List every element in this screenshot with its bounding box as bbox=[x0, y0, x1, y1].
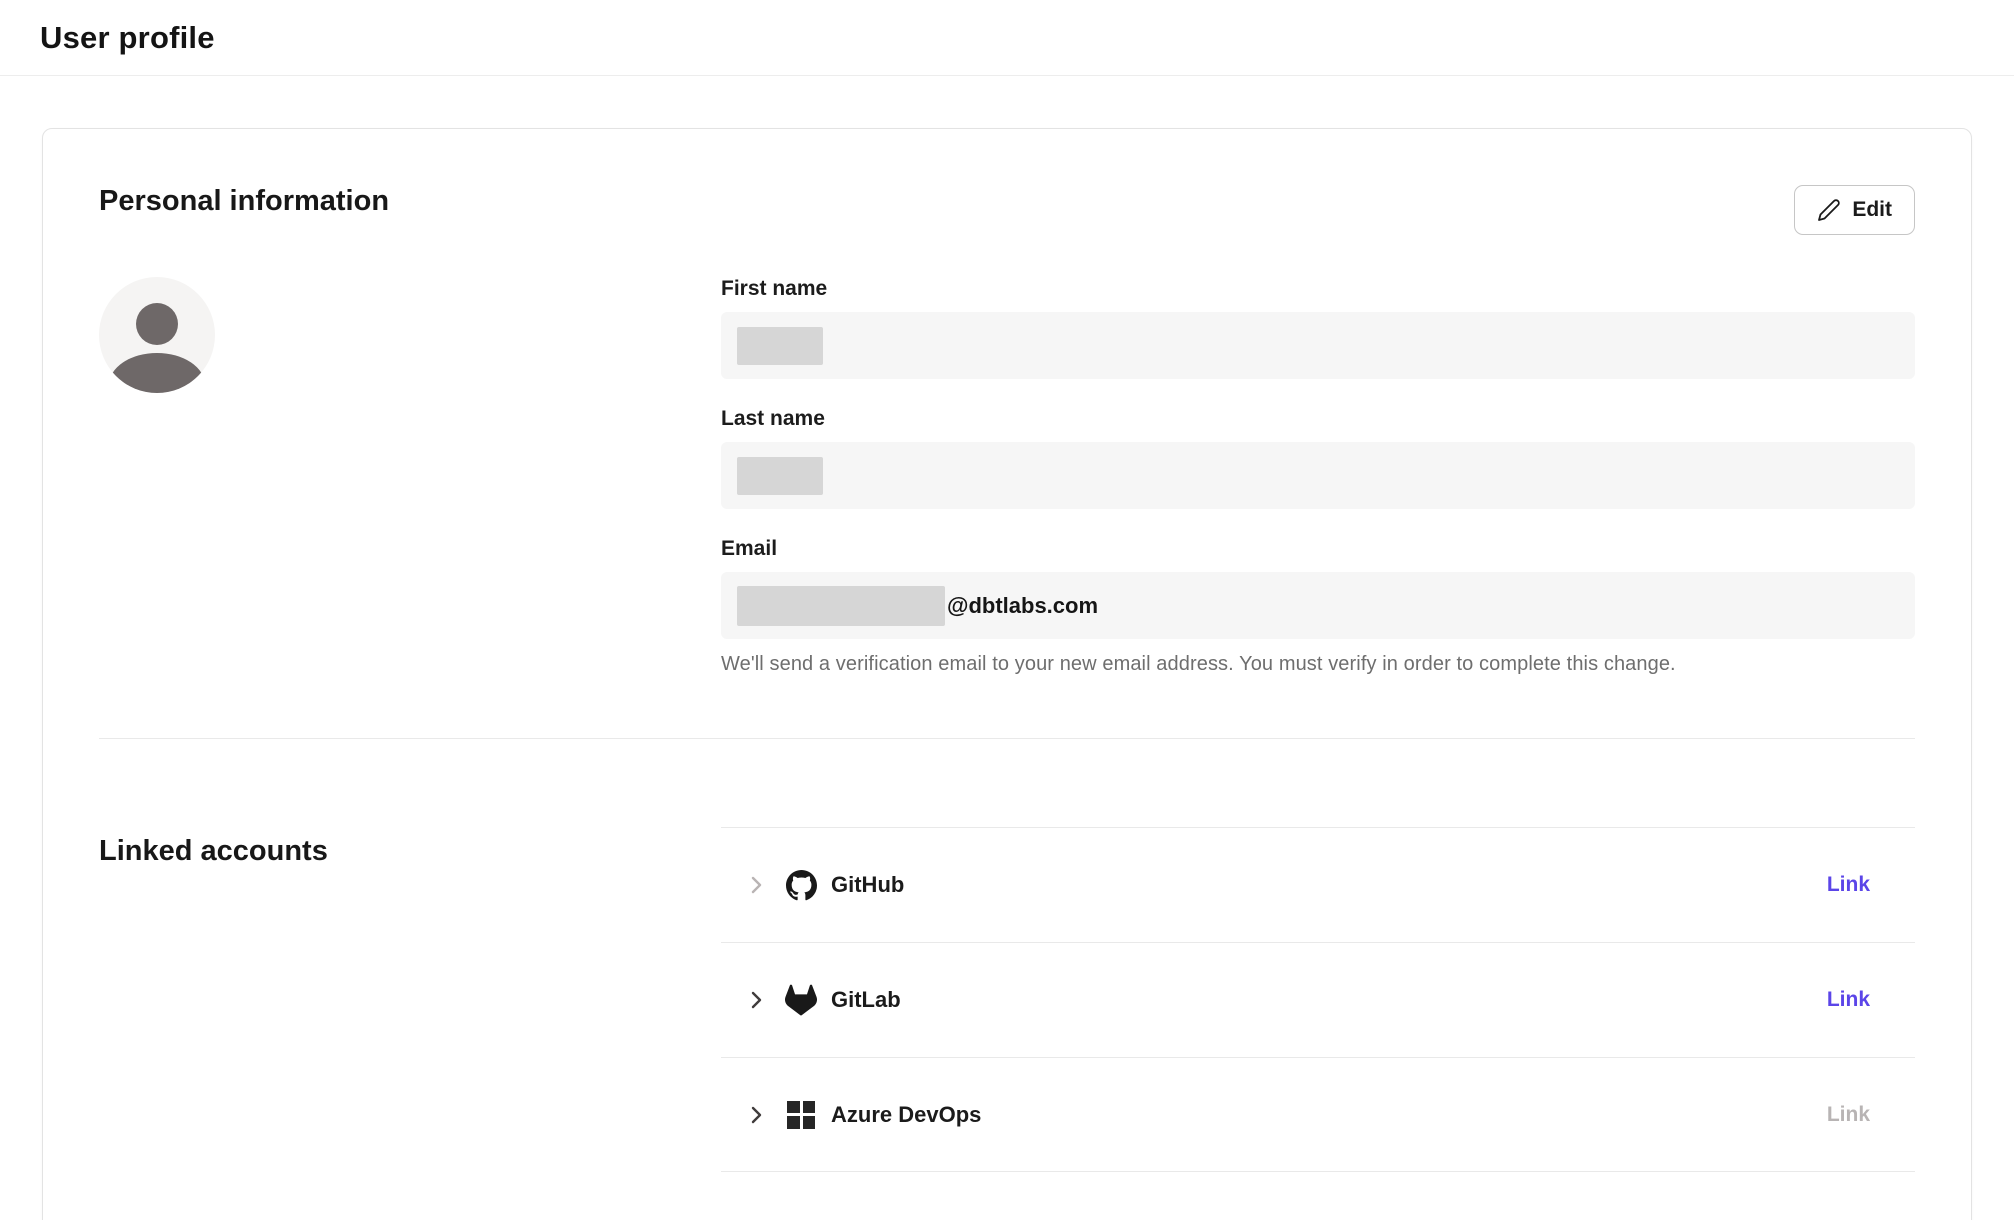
edit-button[interactable]: Edit bbox=[1794, 185, 1915, 235]
first-name-group: First name bbox=[721, 277, 1915, 379]
email-help-text: We'll send a verification email to your … bbox=[721, 653, 1915, 676]
account-name: Azure DevOps bbox=[831, 1102, 981, 1128]
personal-info-form: First name Last name Email @dbtlabs. bbox=[721, 277, 1915, 676]
link-action-github[interactable]: Link bbox=[1827, 873, 1870, 897]
personal-info-header: Personal information Edit bbox=[99, 185, 1915, 235]
account-name: GitHub bbox=[831, 872, 904, 898]
page-header: User profile bbox=[0, 0, 2014, 76]
azure-devops-icon bbox=[785, 1099, 817, 1131]
main-content: Personal information Edit First n bbox=[0, 76, 2014, 1220]
chevron-right-icon[interactable] bbox=[744, 988, 768, 1012]
account-name: GitLab bbox=[831, 987, 901, 1013]
last-name-group: Last name bbox=[721, 407, 1915, 509]
redacted-value bbox=[737, 327, 823, 365]
page-title: User profile bbox=[40, 20, 215, 56]
avatar bbox=[99, 277, 215, 393]
gitlab-icon bbox=[785, 984, 817, 1016]
linked-accounts-heading-column: Linked accounts bbox=[99, 827, 721, 1172]
email-group: Email @dbtlabs.com We'll send a verifica… bbox=[721, 537, 1915, 676]
link-action-azure-devops: Link bbox=[1827, 1103, 1870, 1127]
link-action-gitlab[interactable]: Link bbox=[1827, 988, 1870, 1012]
linked-account-row-github: GitHub Link bbox=[721, 827, 1915, 942]
email-label: Email bbox=[721, 537, 1915, 561]
linked-accounts-list: GitHub Link GitLab Link bbox=[721, 827, 1915, 1172]
linked-account-row-azure-devops: Azure DevOps Link bbox=[721, 1057, 1915, 1172]
first-name-label: First name bbox=[721, 277, 1915, 301]
redacted-value bbox=[737, 586, 945, 626]
linked-accounts-title: Linked accounts bbox=[99, 835, 721, 868]
linked-account-row-gitlab: GitLab Link bbox=[721, 942, 1915, 1057]
github-icon bbox=[785, 869, 817, 901]
section-divider bbox=[99, 738, 1915, 739]
avatar-column bbox=[99, 277, 721, 676]
last-name-label: Last name bbox=[721, 407, 1915, 431]
email-field: @dbtlabs.com bbox=[721, 572, 1915, 639]
chevron-right-icon[interactable] bbox=[744, 873, 768, 897]
email-domain-text: @dbtlabs.com bbox=[947, 593, 1098, 619]
profile-card: Personal information Edit First n bbox=[42, 128, 1972, 1220]
personal-info-body: First name Last name Email @dbtlabs. bbox=[99, 277, 1915, 676]
first-name-field bbox=[721, 312, 1915, 379]
last-name-field bbox=[721, 442, 1915, 509]
pencil-icon bbox=[1817, 198, 1841, 222]
linked-accounts-section: Linked accounts GitHub Link bbox=[99, 827, 1915, 1172]
chevron-right-icon[interactable] bbox=[744, 1103, 768, 1127]
person-silhouette-icon bbox=[136, 303, 178, 345]
redacted-value bbox=[737, 457, 823, 495]
edit-button-label: Edit bbox=[1852, 198, 1892, 222]
personal-info-title: Personal information bbox=[99, 185, 389, 218]
